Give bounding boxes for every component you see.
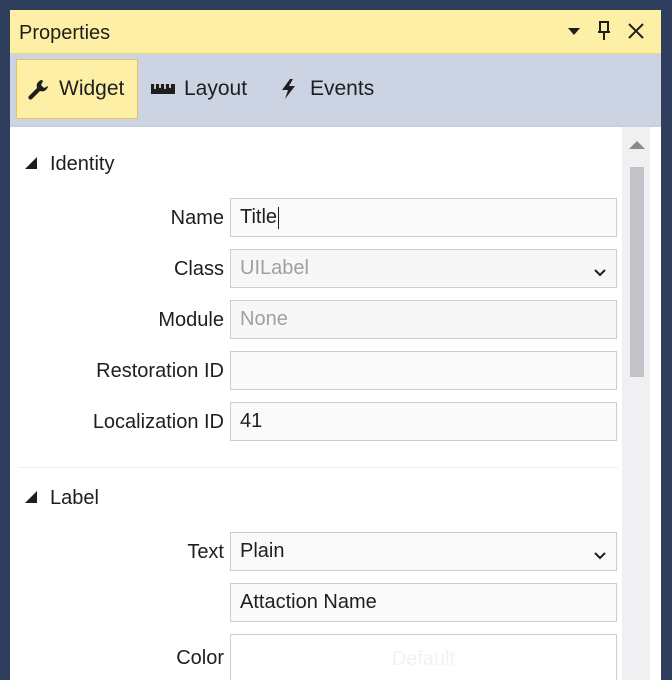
dropdown-icon[interactable]	[562, 18, 586, 44]
text-cursor	[278, 206, 280, 229]
window-title: Properties	[19, 22, 111, 44]
localization-id-label: Localization ID	[92, 411, 224, 433]
identity-heading: Identity	[50, 153, 115, 175]
collapse-triangle-icon	[24, 153, 38, 176]
chevron-down-icon	[594, 260, 606, 283]
tab-layout[interactable]: Layout	[150, 59, 260, 119]
chevron-down-icon	[594, 543, 606, 566]
wrench-icon	[25, 77, 51, 101]
ruler-icon	[150, 77, 176, 101]
title-bar: Properties	[10, 10, 661, 54]
label-heading: Label	[50, 487, 99, 509]
class-select[interactable]: UILabel	[230, 249, 617, 288]
identity-section-header[interactable]: Identity	[24, 153, 114, 176]
name-input[interactable]: Title	[230, 198, 617, 237]
localization-id-value: 41	[240, 410, 263, 432]
class-value: UILabel	[240, 257, 309, 279]
text-value: Attaction Name	[240, 591, 377, 613]
module-placeholder: None	[240, 308, 288, 330]
name-label: Name	[170, 207, 224, 229]
text-value-input[interactable]: Attaction Name	[230, 583, 617, 622]
module-label: Module	[158, 309, 224, 331]
scroll-up-arrow-icon[interactable]	[628, 137, 646, 155]
tab-widget-label: Widget	[59, 77, 125, 100]
tab-events-label: Events	[310, 77, 375, 100]
tab-layout-label: Layout	[184, 77, 248, 100]
pin-icon[interactable]	[592, 18, 616, 44]
color-label: Color	[176, 647, 224, 669]
properties-window: Properties Widget Layout Events Identity…	[10, 10, 661, 680]
tab-events[interactable]: Events	[276, 59, 386, 119]
tab-bar: Widget Layout Events	[10, 54, 661, 126]
vertical-scrollbar[interactable]	[622, 127, 650, 680]
text-label: Text	[187, 541, 224, 563]
class-label: Class	[173, 258, 224, 280]
module-input[interactable]: None	[230, 300, 617, 339]
close-icon[interactable]	[624, 18, 648, 44]
color-value: Default	[391, 647, 456, 670]
properties-panel: Identity Name Title Class UILabel Module…	[10, 125, 661, 680]
color-picker[interactable]: Default	[230, 634, 617, 680]
tab-widget[interactable]: Widget	[16, 59, 138, 119]
restoration-id-label: Restoration ID	[96, 360, 224, 382]
text-mode-select[interactable]: Plain	[230, 532, 617, 571]
restoration-id-input[interactable]	[230, 351, 617, 390]
section-divider	[18, 467, 618, 468]
localization-id-input[interactable]: 41	[230, 402, 617, 441]
label-section-header[interactable]: Label	[24, 487, 99, 510]
name-value: Title	[240, 206, 278, 228]
text-mode-value: Plain	[240, 540, 285, 562]
collapse-triangle-icon	[24, 487, 38, 510]
lightning-icon	[276, 77, 302, 101]
scrollbar-thumb[interactable]	[630, 167, 644, 377]
